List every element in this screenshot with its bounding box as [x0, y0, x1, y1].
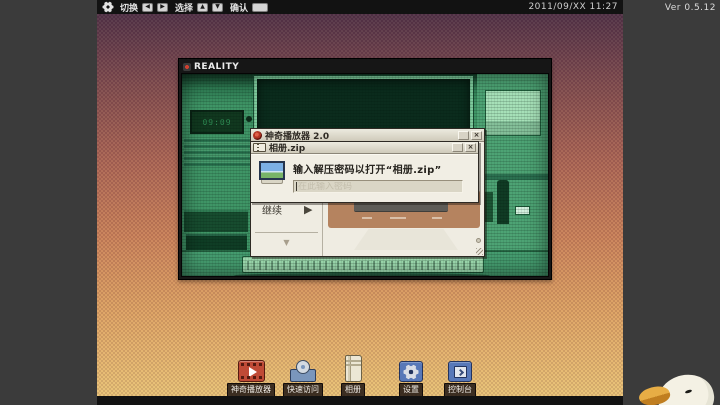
- sidebar-divider: [255, 232, 318, 233]
- cassette-label-mark: [390, 217, 406, 219]
- prev-key-icon[interactable]: ◀: [142, 3, 153, 12]
- photo-icon-image: [259, 161, 285, 180]
- switch-label: 切换: [120, 1, 138, 14]
- taskbar-label: 相册: [341, 383, 365, 397]
- scroll-down-icon[interactable]: ▼: [251, 238, 322, 247]
- photo-icon-base: [261, 180, 283, 184]
- taskbar-icon-slot: [345, 355, 362, 382]
- cassette-label-mark: [362, 217, 372, 219]
- player-app-icon: [253, 131, 262, 140]
- album-title: 相册.zip: [269, 141, 305, 154]
- taskbar-item-settings[interactable]: 设置: [399, 355, 423, 397]
- password-input-frame: [293, 180, 463, 193]
- app-frame: Ver 0.5.12 切换 ◀ ▶ 选择 ▲ ▼ 确认 2011/09/XX 1…: [0, 0, 720, 405]
- prompt-arrow-icon: [457, 369, 464, 376]
- bottom-bar: [97, 396, 623, 405]
- player-title-buttons: ×: [458, 131, 482, 140]
- taskbar-item-console[interactable]: 控制台: [444, 355, 476, 397]
- reality-window-icon: [183, 63, 191, 71]
- password-dialog: 输入解压密码以打开“相册.zip”: [251, 154, 478, 202]
- terminal-screen: [454, 366, 467, 378]
- down-key-icon[interactable]: ▼: [212, 3, 223, 12]
- game-screen: 切换 ◀ ▶ 选择 ▲ ▼ 确认 2011/09/XX 11:27 REALIT…: [97, 0, 623, 405]
- album-title-buttons: ×: [452, 143, 476, 152]
- taskbar-item-album[interactable]: 相册: [341, 355, 365, 397]
- taskbar-item-player[interactable]: 神奇播放器: [227, 355, 275, 397]
- confirm-key-icon[interactable]: [252, 3, 268, 12]
- close-icon: ×: [468, 144, 474, 151]
- photo-icon: [259, 161, 285, 197]
- book-band: [346, 360, 361, 362]
- taskbar-label: 快速访问: [283, 383, 323, 397]
- password-input[interactable]: [298, 182, 460, 192]
- disc-hole: [301, 365, 305, 369]
- taskbar-icon-slot: [290, 355, 316, 382]
- taskbar-label: 控制台: [444, 383, 476, 397]
- taskbar-icon-slot: [399, 355, 423, 382]
- taskbar-icon-slot: [238, 355, 265, 382]
- book-band: [346, 364, 361, 366]
- gear-core: [405, 366, 417, 378]
- settings-gear-icon: [399, 361, 423, 382]
- gear-icon[interactable]: [102, 2, 113, 13]
- console-icon: [448, 361, 472, 382]
- taskbar-label: 设置: [399, 383, 423, 397]
- close-icon: ×: [474, 132, 480, 139]
- player-close-button[interactable]: ×: [471, 131, 482, 140]
- version-label: Ver 0.5.12: [665, 3, 716, 13]
- continue-label: 继续: [262, 202, 282, 217]
- dialog-content: 输入解压密码以打开“相册.zip”: [293, 161, 472, 197]
- reality-titlebar[interactable]: REALITY: [181, 61, 549, 73]
- gear-core: [103, 3, 112, 12]
- goose-character: [638, 366, 720, 405]
- taskbar-label: 神奇播放器: [227, 383, 275, 397]
- cassette-label-mark: [432, 217, 442, 219]
- up-key-icon[interactable]: ▲: [197, 3, 208, 12]
- album-titlebar[interactable]: 相册.zip ×: [251, 142, 478, 154]
- taskbar-icon-slot: [448, 355, 472, 382]
- film-holes: [241, 363, 262, 366]
- top-menu-bar: 切换 ◀ ▶ 选择 ▲ ▼ 确认 2011/09/XX 11:27: [97, 0, 623, 14]
- play-icon: ▶: [304, 203, 312, 216]
- select-label: 选择: [175, 1, 193, 14]
- album-close-button[interactable]: ×: [465, 143, 476, 152]
- zip-folder-icon: [253, 143, 266, 152]
- taskbar-item-quick-access[interactable]: 快速访问: [283, 355, 323, 397]
- deck-reflection: [354, 229, 458, 250]
- datetime-label: 2011/09/XX 11:27: [528, 2, 618, 12]
- text-caret: [296, 182, 297, 191]
- dialog-message: 输入解压密码以打开“相册.zip”: [293, 161, 472, 176]
- next-key-icon[interactable]: ▶: [157, 3, 168, 12]
- quick-access-icon: [290, 360, 316, 382]
- album-minimize-button[interactable]: [452, 143, 463, 152]
- confirm-label: 确认: [230, 1, 248, 14]
- screw-dot: [476, 238, 481, 243]
- player-taskbar-icon: [238, 360, 265, 382]
- player-title: 神奇播放器 2.0: [265, 129, 329, 142]
- reality-title: REALITY: [194, 62, 239, 72]
- album-window: 相册.zip × 输入解压密码以打开“相册.zip”: [250, 141, 479, 203]
- player-minimize-button[interactable]: [458, 131, 469, 140]
- resize-grip[interactable]: [476, 248, 483, 255]
- zip-zipper: [257, 144, 259, 151]
- continue-item[interactable]: 继续 ▶: [251, 202, 322, 217]
- film-holes: [241, 376, 262, 379]
- album-book-icon: [345, 355, 362, 382]
